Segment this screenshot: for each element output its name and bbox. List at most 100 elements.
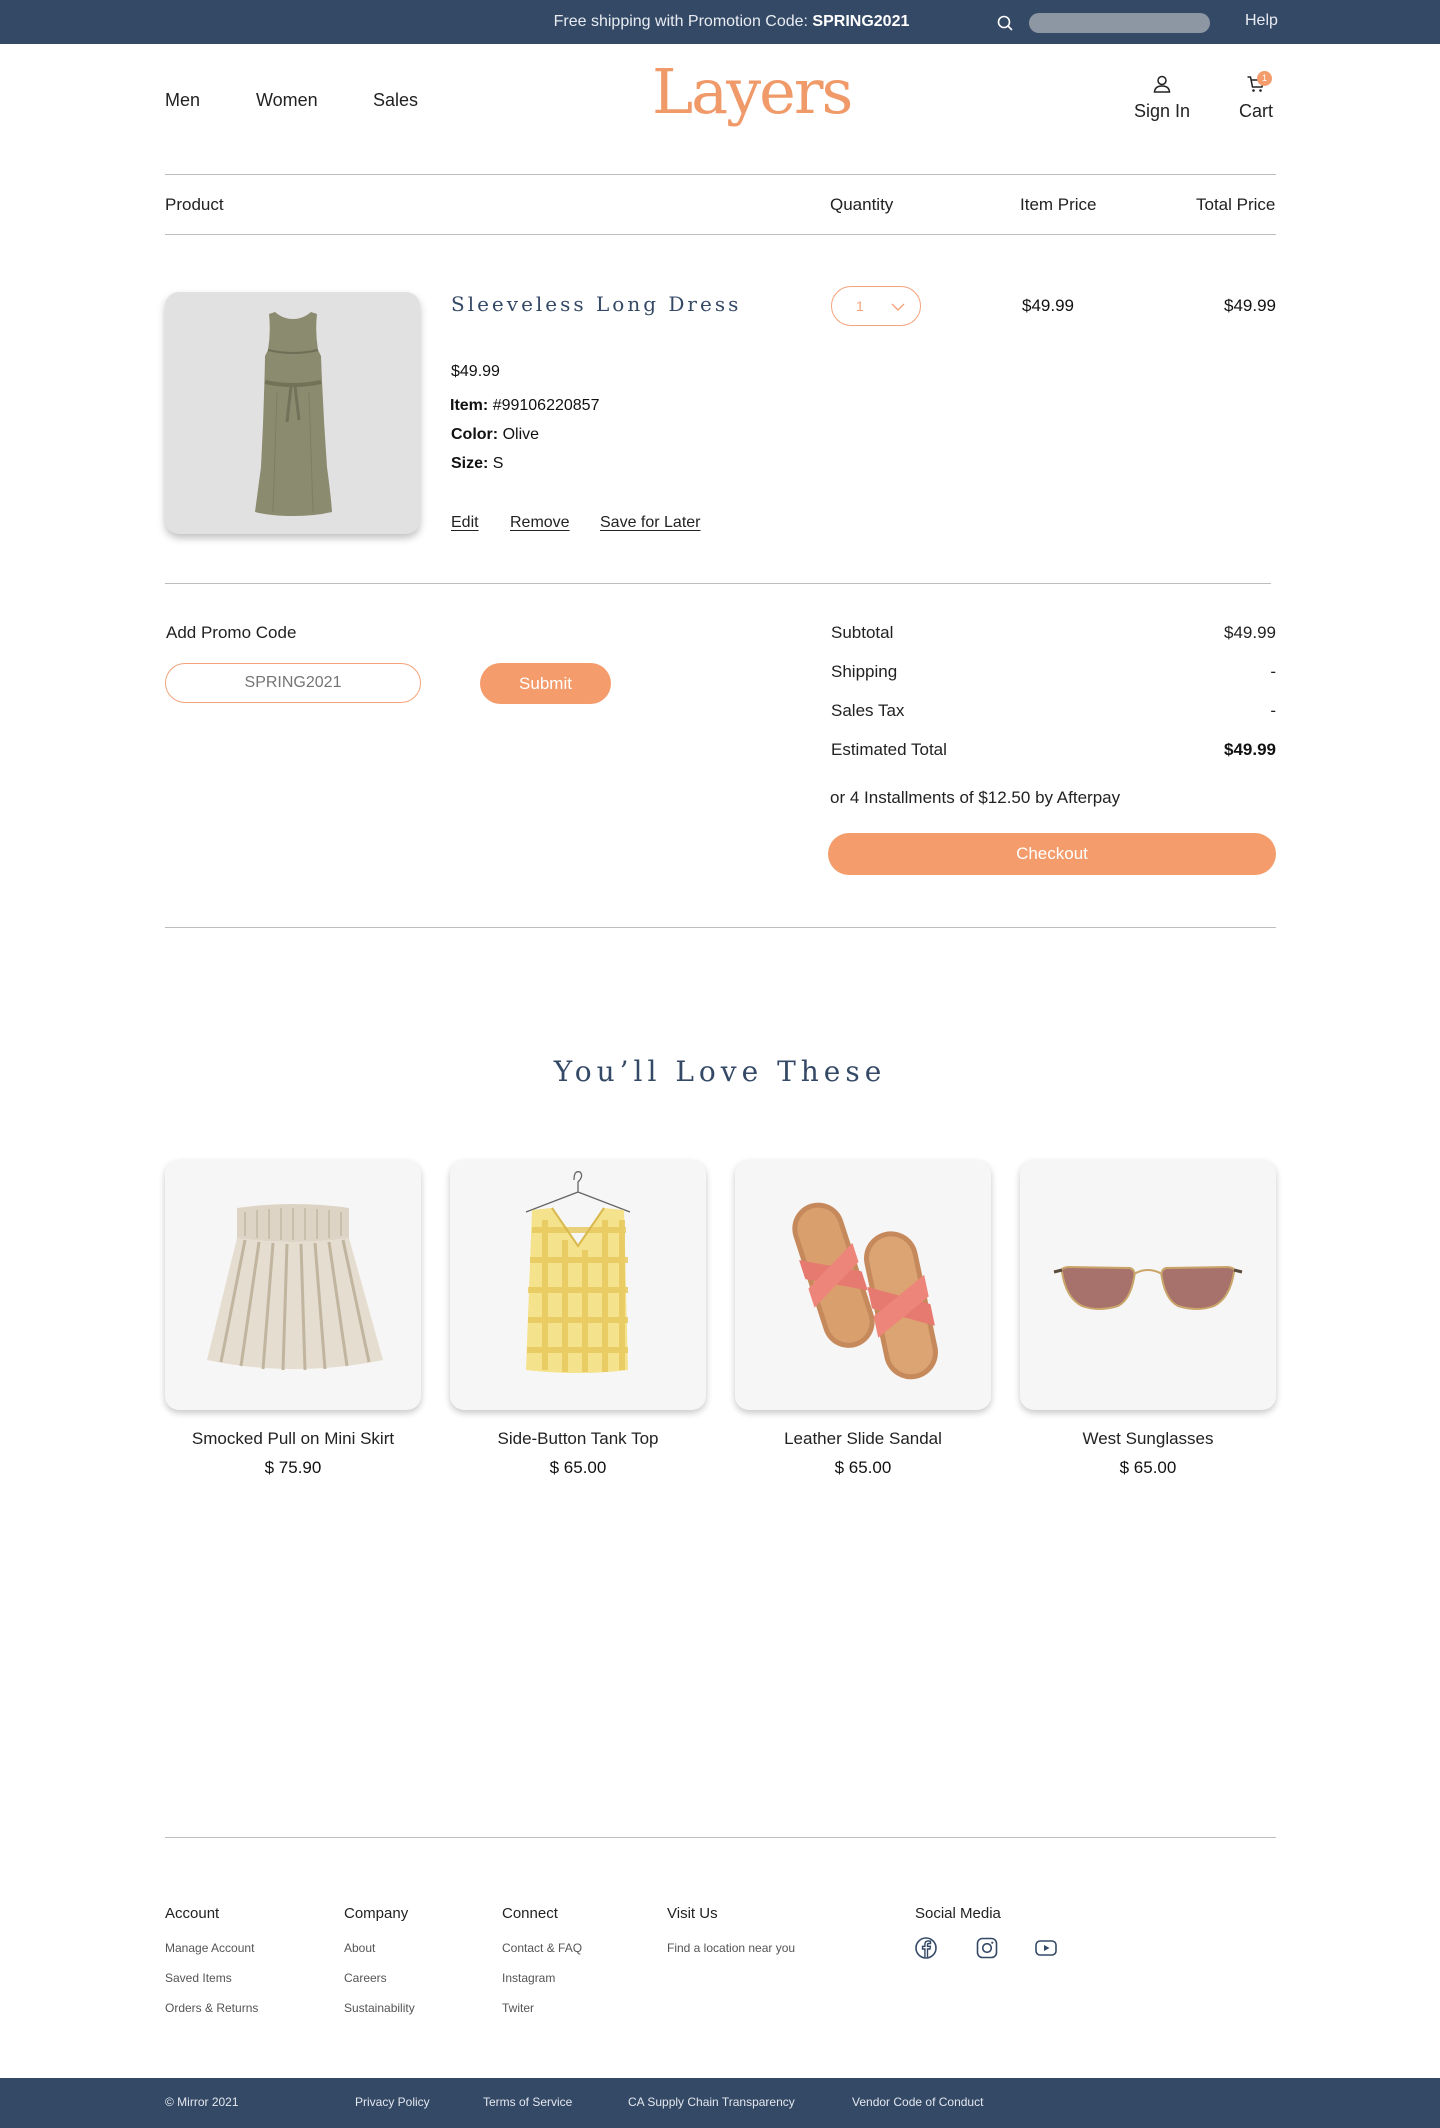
nav-men[interactable]: Men <box>165 90 200 111</box>
estimated-total-value: $49.99 <box>1224 740 1276 759</box>
footer-divider <box>165 1837 1276 1838</box>
quantity-value: 1 <box>856 298 864 314</box>
footer-social-heading: Social Media <box>915 1905 1001 1922</box>
footer-link-saved-items[interactable]: Saved Items <box>165 1971 232 1985</box>
recommendation-price: $ 65.00 <box>1119 1458 1177 1477</box>
divider <box>165 927 1276 928</box>
help-link[interactable]: Help <box>1245 0 1278 42</box>
tank-top-product-card[interactable] <box>450 1160 706 1410</box>
footer-link-about[interactable]: About <box>344 1941 375 1955</box>
quantity-select[interactable]: 1 <box>831 286 921 326</box>
column-quantity: Quantity <box>830 195 894 214</box>
footer-link-orders-returns[interactable]: Orders & Returns <box>165 2001 258 2015</box>
recommendation-name[interactable]: Smocked Pull on Mini Skirt <box>165 1429 421 1449</box>
promo-banner-prefix: Free shipping with Promotion Code: <box>553 13 813 30</box>
total-price-value: $49.99 <box>1224 296 1276 315</box>
brand-logo[interactable]: Layers <box>652 52 853 132</box>
chevron-down-icon <box>891 303 905 311</box>
size-value: S <box>492 455 504 472</box>
promo-banner-text: Free shipping with Promotion Code: SPRIN… <box>0 0 1440 44</box>
footer-link-sustainability[interactable]: Sustainability <box>344 2001 415 2015</box>
terms-of-service-link[interactable]: Terms of Service <box>483 2095 572 2109</box>
privacy-policy-link[interactable]: Privacy Policy <box>355 2095 430 2109</box>
shipping-label: Shipping <box>831 662 898 681</box>
legal-bar: © Mirror 2021 Privacy Policy Terms of Se… <box>0 2078 1440 2128</box>
footer-visit-heading: Visit Us <box>667 1905 718 1922</box>
cart-label: Cart <box>1238 101 1273 121</box>
remove-link[interactable]: Remove <box>510 514 570 532</box>
recommendation-name[interactable]: Leather Slide Sandal <box>735 1429 991 1449</box>
subtotal-label: Subtotal <box>831 623 894 642</box>
sunglasses-image <box>1053 1265 1243 1310</box>
sandal-product-card[interactable] <box>735 1160 991 1410</box>
skirt-image <box>207 1204 383 1371</box>
sandal-image <box>792 1202 938 1380</box>
promo-code-input[interactable] <box>165 663 421 703</box>
ca-supply-chain-link[interactable]: CA Supply Chain Transparency <box>628 2095 795 2109</box>
column-product: Product <box>165 195 224 214</box>
footer-link-twitter[interactable]: Twiter <box>502 2001 534 2015</box>
submit-promo-button[interactable]: Submit <box>480 663 611 704</box>
recommendation-price: $ 65.00 <box>834 1458 892 1477</box>
footer-connect-heading: Connect <box>502 1905 558 1922</box>
divider <box>165 234 1276 235</box>
product-name[interactable]: Sleeveless Long Dress <box>451 292 741 316</box>
promo-banner-code: SPRING2021 <box>812 13 910 30</box>
shipping-value: - <box>1270 662 1276 681</box>
column-total-price: Total Price <box>1196 195 1276 214</box>
sales-tax-value: - <box>1270 701 1276 720</box>
item-number-value: #99106220857 <box>492 397 600 414</box>
item-price-value: $49.99 <box>1022 296 1074 315</box>
footer-link-find-location[interactable]: Find a location near you <box>667 1941 795 1955</box>
column-item-price: Item Price <box>1020 195 1097 214</box>
recommendation-name[interactable]: West Sunglasses <box>1020 1429 1276 1449</box>
dress-image <box>255 312 332 516</box>
save-for-later-link[interactable]: Save for Later <box>600 514 701 532</box>
search-input[interactable] <box>1029 13 1210 33</box>
nav-women[interactable]: Women <box>256 90 318 111</box>
dress-product-image[interactable] <box>165 292 420 534</box>
afterpay-text: or 4 Installments of $12.50 by Afterpay <box>830 788 1121 807</box>
youtube-icon[interactable] <box>1034 1936 1058 1960</box>
color-value: Olive <box>502 426 540 443</box>
vendor-code-link[interactable]: Vendor Code of Conduct <box>852 2095 983 2109</box>
product-color: Color: Olive <box>451 426 539 444</box>
recommendation-price: $ 75.90 <box>264 1458 322 1477</box>
copyright-text: © Mirror 2021 <box>165 2095 239 2109</box>
user-icon <box>1153 75 1171 93</box>
sign-in-label: Sign In <box>1133 101 1191 121</box>
sunglasses-product-card[interactable] <box>1020 1160 1276 1410</box>
checkout-button[interactable]: Checkout <box>828 833 1276 875</box>
recommendations-title: You’ll Love These <box>553 1055 887 1088</box>
product-price: $49.99 <box>451 363 500 380</box>
divider <box>165 174 1276 175</box>
skirt-product-card[interactable] <box>165 1160 421 1410</box>
recommendation-name[interactable]: Side-Button Tank Top <box>450 1429 706 1449</box>
tank-top-image <box>525 1171 631 1373</box>
sales-tax-label: Sales Tax <box>831 701 905 720</box>
footer-account-heading: Account <box>165 1905 220 1922</box>
search-icon[interactable] <box>996 14 1014 32</box>
footer-company-heading: Company <box>344 1905 409 1922</box>
estimated-total-label: Estimated Total <box>831 740 947 759</box>
promo-code-label: Add Promo Code <box>166 623 297 642</box>
instagram-icon[interactable] <box>975 1936 999 1960</box>
footer-link-careers[interactable]: Careers <box>344 1971 387 1985</box>
footer-link-instagram[interactable]: Instagram <box>502 1971 555 1985</box>
cart-count-badge: 1 <box>1257 71 1272 86</box>
nav-sales[interactable]: Sales <box>373 90 418 111</box>
item-number-label: Item: <box>450 397 489 414</box>
promo-banner: Free shipping with Promotion Code: SPRIN… <box>0 0 1440 44</box>
subtotal-value: $49.99 <box>1224 623 1276 642</box>
recommendation-price: $ 65.00 <box>549 1458 607 1477</box>
divider <box>165 583 1271 584</box>
footer-link-manage-account[interactable]: Manage Account <box>165 1941 254 1955</box>
color-label: Color: <box>451 426 499 443</box>
edit-link[interactable]: Edit <box>451 514 479 532</box>
sign-in-button[interactable]: Sign In <box>1130 74 1194 122</box>
product-size: Size: S <box>451 455 503 473</box>
size-label: Size: <box>451 455 489 472</box>
facebook-icon[interactable] <box>914 1936 938 1960</box>
product-item-number: Item: #99106220857 <box>450 397 599 415</box>
footer-link-contact-faq[interactable]: Contact & FAQ <box>502 1941 582 1955</box>
